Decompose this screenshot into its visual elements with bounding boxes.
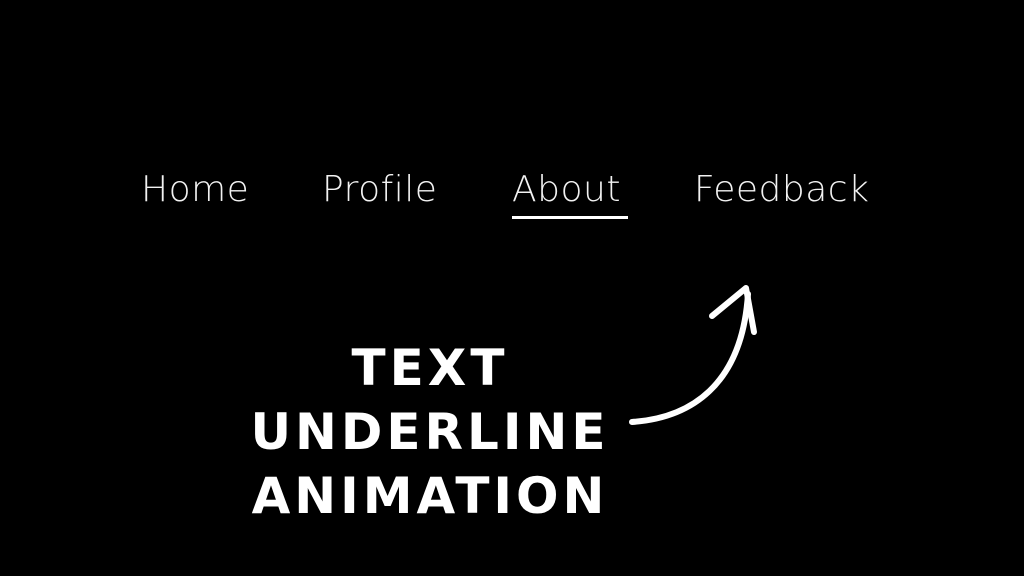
nav-item-about[interactable]: About — [512, 168, 621, 212]
nav-item-feedback[interactable]: Feedback — [694, 168, 869, 212]
nav-bar: Home Profile About Feedback — [0, 168, 1024, 228]
caption-line-1: Text Underline — [250, 339, 610, 461]
canvas: Home Profile About Feedback Text Underli… — [0, 0, 1024, 576]
caption-title: Text Underline Animation — [180, 336, 680, 528]
nav-item-profile[interactable]: Profile — [322, 168, 437, 212]
active-underline — [512, 216, 628, 219]
curved-arrow-icon — [629, 285, 757, 425]
caption-line-2: Animation — [251, 467, 609, 525]
nav-item-home[interactable]: Home — [141, 168, 249, 212]
